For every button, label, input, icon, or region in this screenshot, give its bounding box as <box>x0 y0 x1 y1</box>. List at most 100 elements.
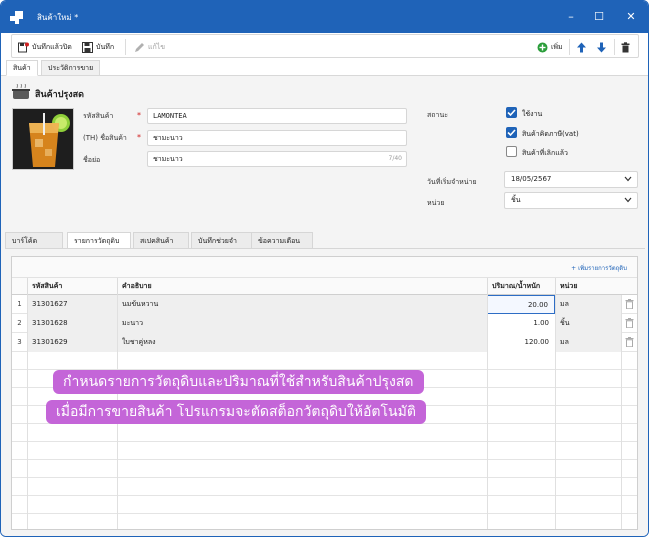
col-header-qty[interactable]: ปริมาณ/น้ำหนัก <box>487 278 555 295</box>
table-row[interactable]: 1 31301627 นมข้นหวาน 20.00 มล <box>12 295 637 314</box>
cell-qty[interactable]: 120.00 <box>487 333 555 352</box>
tab-product[interactable]: สินค้า <box>6 60 38 76</box>
short-name-input[interactable]: ชามะนาว 7/40 <box>147 151 407 167</box>
minimize-button[interactable]: – <box>563 9 579 25</box>
chevron-down-icon <box>624 197 632 203</box>
cooking-pot-icon <box>12 84 30 99</box>
tab-notes[interactable]: บันทึกช่วยจำ <box>191 232 253 249</box>
delete-row-icon[interactable] <box>625 318 634 328</box>
edit-button[interactable]: แก้ไข <box>134 39 165 55</box>
app-window: สินค้าใหม่ * – ☐ ✕ บันทึกแล้วปิด บันทึก <box>0 0 649 537</box>
product-name-label: (TH) ชื่อสินค้า <box>83 134 127 142</box>
unit-select[interactable]: ชิ้น <box>504 192 638 209</box>
cell-qty[interactable]: 1.00 <box>487 314 555 333</box>
toolbar-separator <box>569 39 570 55</box>
vat-label: สินค้าคิดภาษี(vat) <box>522 130 579 138</box>
pencil-icon <box>135 42 144 52</box>
grid-column-divider <box>555 295 556 529</box>
start-date-label: วันที่เริ่มจำหน่าย <box>427 178 477 186</box>
unit-value: ชิ้น <box>511 196 521 204</box>
short-name-value: ชามะนาว <box>153 155 183 163</box>
start-date-picker[interactable]: 18/05/2567 <box>504 171 638 188</box>
delete-button[interactable] <box>620 39 631 55</box>
move-down-button[interactable] <box>596 39 607 55</box>
move-up-button[interactable] <box>576 39 587 55</box>
add-ingredient-link[interactable]: + เพิ่มรายการวัตถุดิบ <box>571 263 627 273</box>
product-code-label: รหัสสินค้า <box>83 112 114 120</box>
tab-alerts[interactable]: ข้อความเตือน <box>251 232 313 249</box>
start-date-value: 18/05/2567 <box>511 175 552 183</box>
cell-unit[interactable]: มล <box>555 295 621 314</box>
close-button[interactable]: ✕ <box>623 9 639 25</box>
cell-qty[interactable]: 20.00 <box>487 295 555 314</box>
toolbar: บันทึกแล้วปิด บันทึก แก้ไข เพิ่ม <box>11 34 639 58</box>
active-checkbox[interactable] <box>506 107 517 118</box>
product-name-input[interactable]: ชามะนาว <box>147 130 407 146</box>
empty-row <box>12 424 637 442</box>
empty-row <box>12 496 637 514</box>
table-row[interactable]: 2 31301628 มะนาว 1.00 ชิ้น <box>12 314 637 333</box>
cell-code[interactable]: 31301628 <box>27 314 117 333</box>
check-icon <box>507 129 516 137</box>
tab-spec[interactable]: สเปคสินค้า <box>133 232 189 249</box>
trash-icon <box>621 41 630 52</box>
chevron-down-icon <box>624 176 632 182</box>
required-marker: * <box>137 111 141 120</box>
discontinued-label: สินค้าที่เลิกแล้ว <box>522 149 568 157</box>
char-counter: 7/40 <box>388 155 402 162</box>
cell-code[interactable]: 31301627 <box>27 295 117 314</box>
delete-row-icon[interactable] <box>625 337 634 347</box>
required-marker: * <box>137 133 141 142</box>
active-label: ใช้งาน <box>522 110 543 118</box>
row-number: 3 <box>17 338 22 346</box>
info-banner-line-1: กำหนดรายการวัตถุดิบและปริมาณที่ใช้สำหรับ… <box>53 370 424 394</box>
save-button[interactable]: บันทึก <box>82 39 114 55</box>
save-close-button[interactable]: บันทึกแล้วปิด <box>18 39 72 55</box>
maximize-button[interactable]: ☐ <box>591 9 607 25</box>
iced-tea-image <box>13 109 73 169</box>
delete-row-icon[interactable] <box>625 299 634 309</box>
toolbar-separator <box>125 39 126 55</box>
col-header-code[interactable]: รหัสสินค้า <box>27 278 117 295</box>
grid-toolbar: + เพิ่มรายการวัตถุดิบ <box>12 257 637 278</box>
tab-ingredients[interactable]: รายการวัตถุดิบ <box>67 232 131 249</box>
short-name-label: ชื่อย่อ <box>83 156 101 164</box>
col-header-desc[interactable]: คำอธิบาย <box>117 278 487 295</box>
arrow-up-icon <box>577 42 586 52</box>
cell-desc[interactable]: มะนาว <box>117 314 487 333</box>
save-label: บันทึก <box>96 42 115 51</box>
save-icon <box>82 41 93 53</box>
section-title: สินค้าปรุงสด <box>35 90 84 100</box>
add-label: เพิ่ม <box>551 42 563 51</box>
save-close-label: บันทึกแล้วปิด <box>32 42 72 51</box>
empty-row <box>12 478 637 496</box>
discontinued-checkbox[interactable] <box>506 146 517 157</box>
row-number: 2 <box>17 319 22 327</box>
save-close-icon <box>18 42 29 52</box>
grid-column-divider <box>621 295 622 529</box>
window-title: สินค้าใหม่ * <box>37 13 79 22</box>
empty-row <box>12 442 637 460</box>
cell-desc[interactable]: นมข้นหวาน <box>117 295 487 314</box>
add-button[interactable]: เพิ่ม <box>537 39 563 55</box>
cell-code[interactable]: 31301629 <box>27 333 117 352</box>
main-tabs: สินค้า ประวัติการขาย <box>1 59 648 76</box>
grid-column-divider <box>27 295 28 529</box>
unit-label: หน่วย <box>427 199 445 207</box>
product-code-input[interactable]: LAMONTEA <box>147 108 407 124</box>
plus-circle-icon <box>537 42 548 52</box>
info-banner-line-2: เมื่อมีการขายสินค้า โปรแกรมจะตัดสต็อกวัต… <box>46 400 426 424</box>
product-image[interactable] <box>12 108 74 170</box>
vat-checkbox[interactable] <box>506 127 517 138</box>
cell-unit[interactable]: มล <box>555 333 621 352</box>
edit-label: แก้ไข <box>148 42 166 51</box>
tab-sales-history[interactable]: ประวัติการขาย <box>41 60 101 76</box>
grid-header: รหัสสินค้า คำอธิบาย ปริมาณ/น้ำหนัก หน่วย <box>12 278 637 295</box>
col-header-unit[interactable]: หน่วย <box>555 278 621 295</box>
app-logo-icon <box>10 11 23 24</box>
table-row[interactable]: 3 31301629 ใบชาคู่หลง 120.00 มล <box>12 333 637 352</box>
empty-row <box>12 460 637 478</box>
tab-barcode[interactable]: บาร์โค้ด <box>5 232 63 249</box>
cell-desc[interactable]: ใบชาคู่หลง <box>117 333 487 352</box>
cell-unit[interactable]: ชิ้น <box>555 314 621 333</box>
